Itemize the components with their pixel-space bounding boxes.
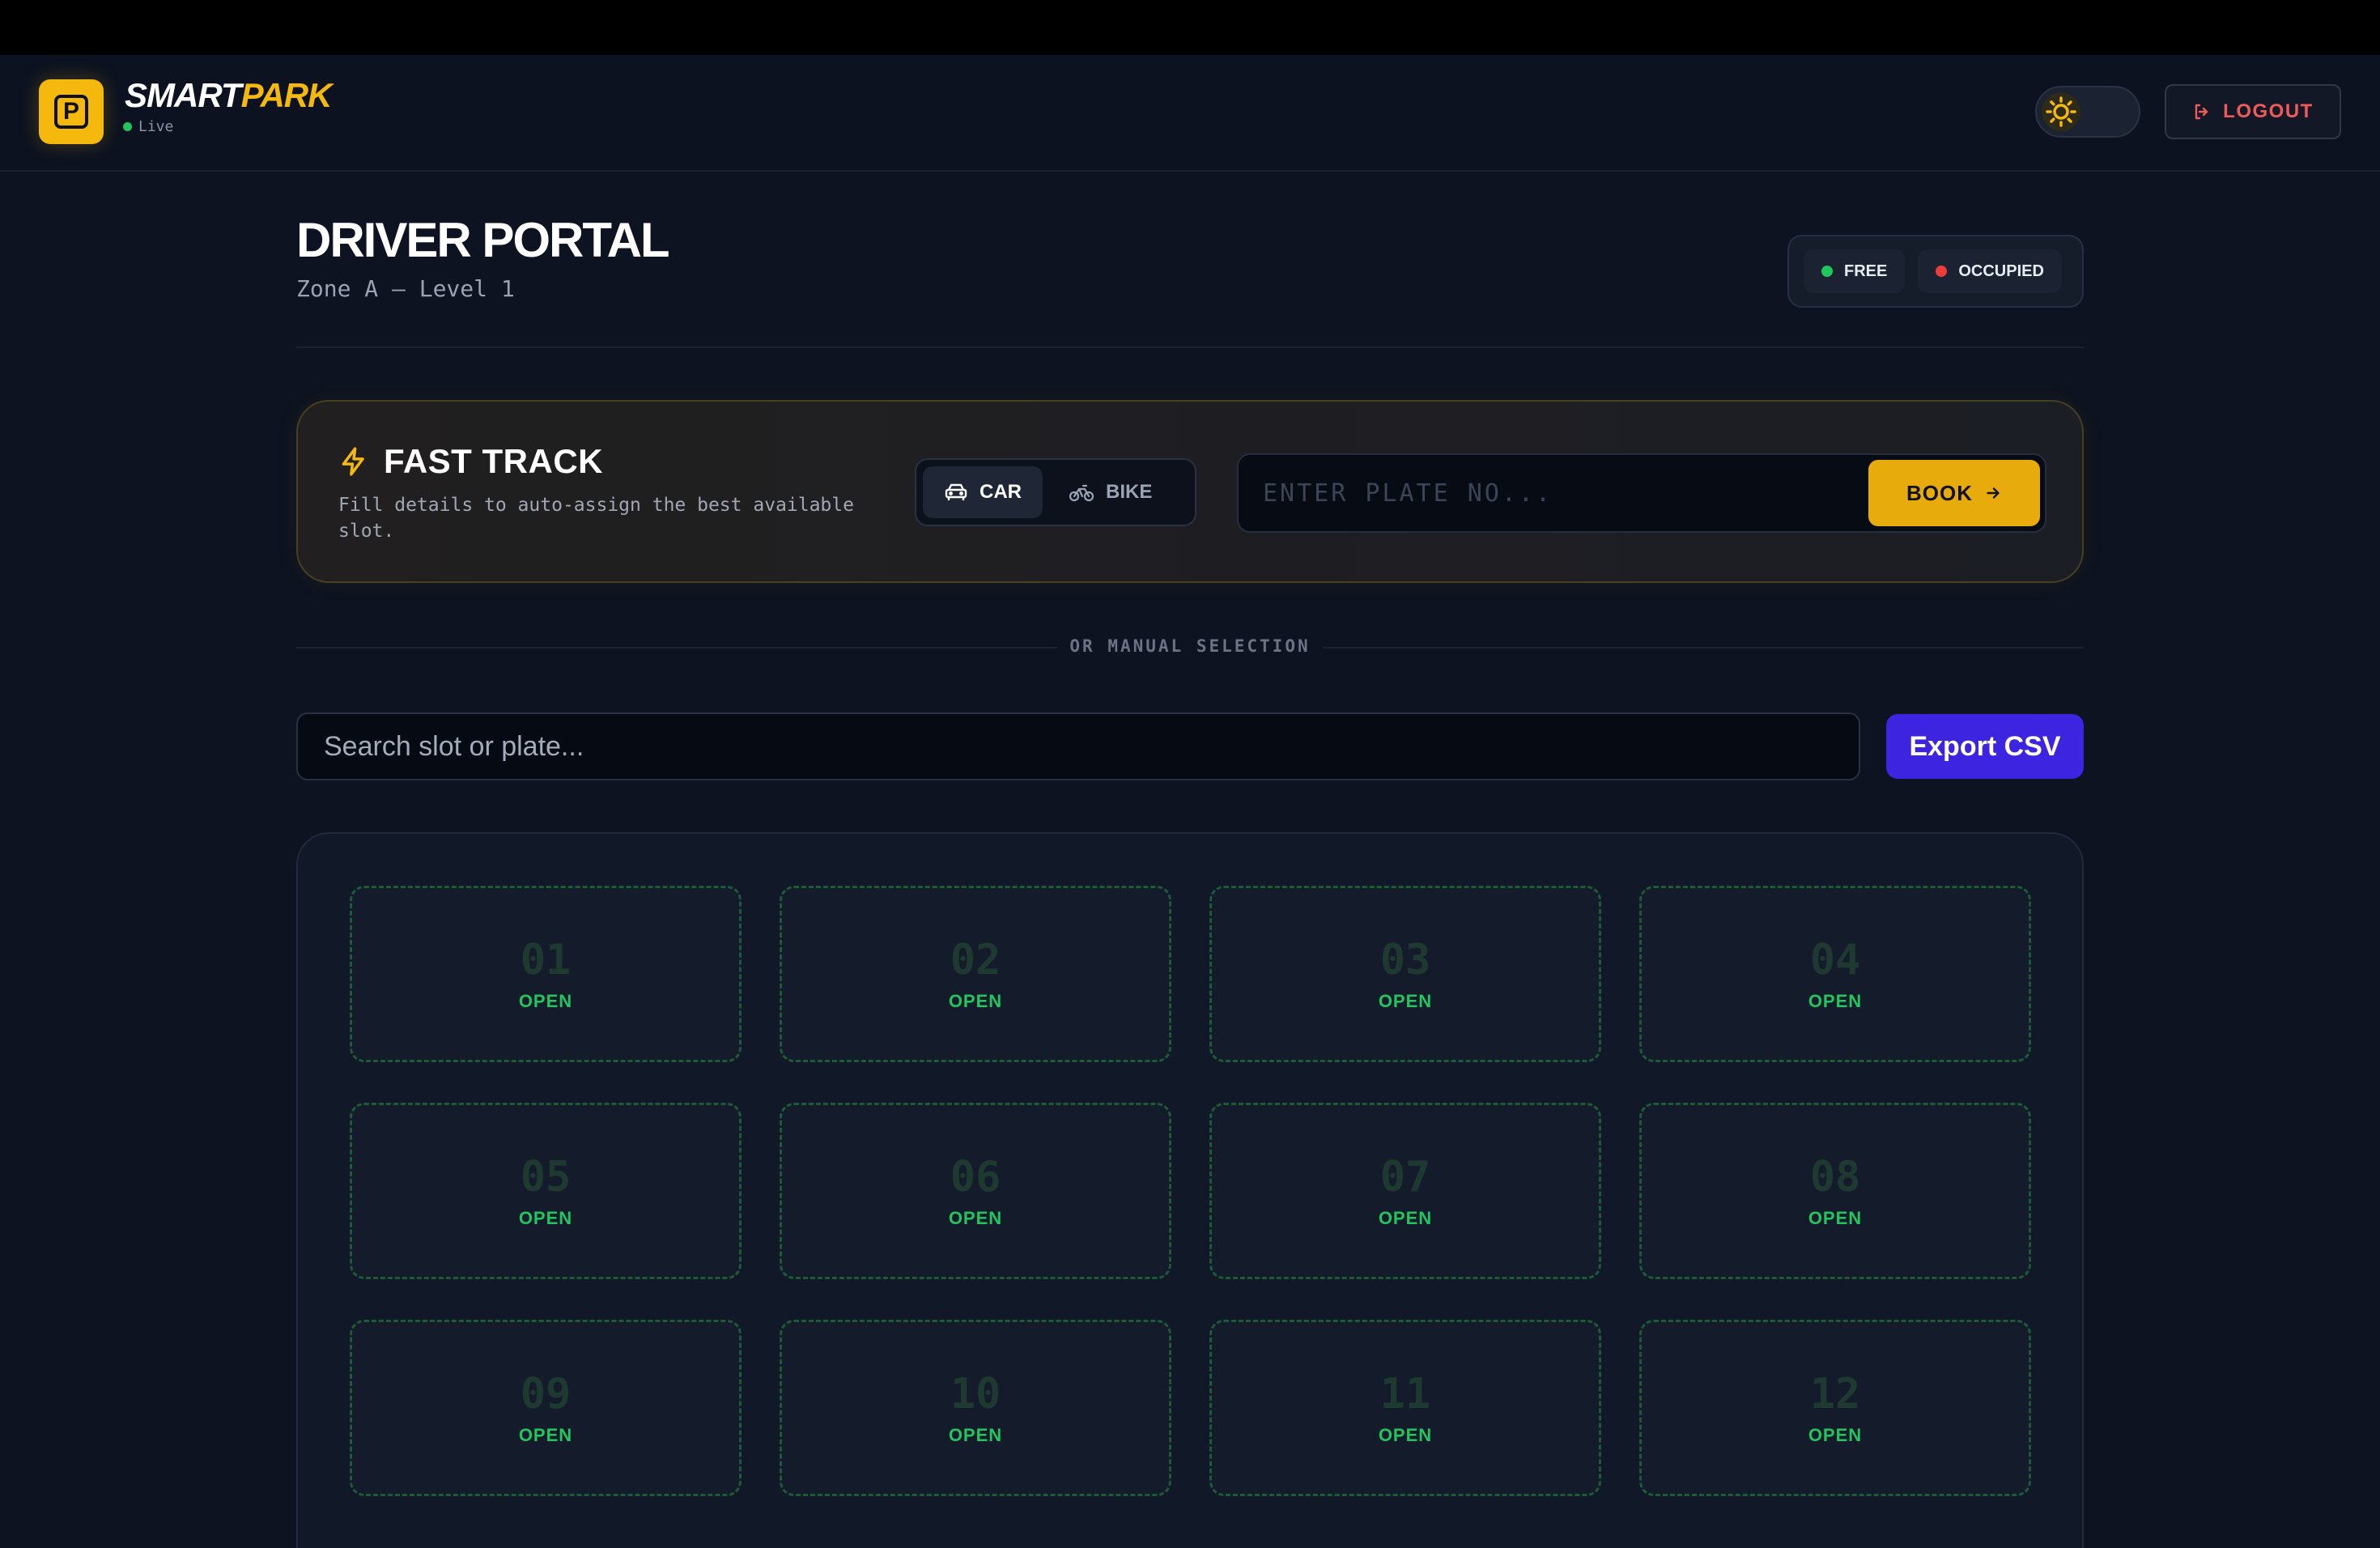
parking-slot[interactable]: 04 OPEN [1639, 886, 2031, 1062]
parking-slot[interactable]: 03 OPEN [1209, 886, 1601, 1062]
section-divider [296, 347, 2084, 348]
bike-icon [1069, 484, 1094, 502]
slot-number: 07 [1379, 1153, 1431, 1201]
car-icon [945, 483, 967, 500]
logout-button[interactable]: LOGOUT [2165, 84, 2341, 139]
book-label: BOOK [1906, 480, 1973, 505]
live-dot-icon [123, 122, 132, 131]
slot-number: 10 [950, 1370, 1001, 1418]
lightning-icon [342, 447, 364, 476]
parking-slot[interactable]: 08 OPEN [1639, 1103, 2031, 1279]
brand-name: SMARTPARK [125, 76, 333, 115]
divider-left [296, 647, 1057, 649]
free-dot-icon [1821, 266, 1833, 277]
brand-part-smart: SMART [125, 76, 242, 114]
slot-status: OPEN [1378, 1208, 1433, 1228]
slot-status: OPEN [1378, 1425, 1433, 1445]
parking-icon: P [54, 95, 88, 129]
vehicle-type-toggle: CAR BIKE [915, 458, 1196, 526]
plate-booking-form: BOOK [1237, 453, 2046, 533]
fast-track-panel: FAST TRACK Fill details to auto-assign t… [296, 400, 2084, 583]
slot-status: OPEN [948, 1425, 1003, 1445]
page-subtitle: Zone A — Level 1 [296, 275, 515, 302]
occupied-dot-icon [1936, 266, 1948, 277]
vehicle-bike-label: BIKE [1106, 481, 1153, 503]
legend-occupied: OCCUPIED [1918, 249, 2062, 293]
manual-selection-divider-label: OR MANUAL SELECTION [1069, 636, 1311, 656]
fast-track-title: FAST TRACK [384, 442, 603, 480]
parking-slot[interactable]: 05 OPEN [350, 1103, 742, 1279]
logout-label: LOGOUT [2223, 100, 2314, 122]
app-logo[interactable]: P [39, 79, 104, 144]
slot-number: 01 [520, 936, 572, 985]
vehicle-car-label: CAR [980, 481, 1022, 503]
parking-slot[interactable]: 09 OPEN [350, 1320, 742, 1496]
live-label: Live [138, 118, 174, 135]
arrow-right-icon [1987, 487, 2000, 499]
slot-status: OPEN [1808, 1425, 1863, 1445]
plate-number-input[interactable] [1239, 455, 1870, 531]
theme-toggle[interactable] [2035, 86, 2140, 138]
slot-number: 03 [1379, 936, 1431, 985]
book-button[interactable]: BOOK [1868, 460, 2040, 526]
fast-track-heading: FAST TRACK [338, 442, 603, 481]
fast-track-description: Fill details to auto-assign the best ava… [338, 495, 854, 542]
parking-slot-grid: 01 OPEN 02 OPEN 03 OPEN 04 OPEN 05 OPEN 06 OPE… [296, 832, 2084, 1548]
export-csv-button[interactable]: Export CSV [1886, 714, 2084, 779]
slot-status: OPEN [1808, 991, 1863, 1011]
slot-number: 11 [1379, 1370, 1431, 1418]
legend-free-label: FREE [1844, 262, 1888, 280]
slot-status: OPEN [518, 991, 573, 1011]
slot-list: 01 OPEN 02 OPEN 03 OPEN 04 OPEN 05 OPEN 06 OPE… [350, 886, 2031, 1496]
slot-status: OPEN [1378, 991, 1433, 1011]
slot-status: OPEN [948, 991, 1003, 1011]
search-input[interactable] [296, 712, 1860, 780]
slot-status: OPEN [518, 1208, 573, 1228]
slot-number: 12 [1809, 1370, 1861, 1418]
legend-occupied-label: OCCUPIED [1958, 262, 2044, 280]
brand-part-park: PARK [240, 76, 333, 114]
live-indicator: Live [123, 118, 173, 135]
slot-status: OPEN [948, 1208, 1003, 1228]
slot-number: 04 [1809, 936, 1861, 985]
divider-right [1323, 647, 2084, 649]
parking-slot[interactable]: 10 OPEN [780, 1320, 1171, 1496]
legend-free: FREE [1804, 249, 1906, 293]
slot-number: 02 [950, 936, 1001, 985]
slot-status: OPEN [518, 1425, 573, 1445]
parking-slot[interactable]: 12 OPEN [1639, 1320, 2031, 1496]
page-title: DRIVER PORTAL [296, 213, 670, 267]
sun-icon [2042, 92, 2080, 131]
slot-number: 09 [520, 1370, 572, 1418]
slot-status: OPEN [1808, 1208, 1863, 1228]
slot-number: 06 [950, 1153, 1001, 1201]
logout-icon [2195, 104, 2208, 120]
parking-slot[interactable]: 02 OPEN [780, 886, 1171, 1062]
app-header: P SMARTPARK Live LOGOUT [0, 55, 2380, 172]
vehicle-option-car[interactable]: CAR [923, 466, 1043, 518]
slot-number: 05 [520, 1153, 572, 1201]
parking-slot[interactable]: 01 OPEN [350, 886, 742, 1062]
parking-slot[interactable]: 06 OPEN [780, 1103, 1171, 1279]
slot-number: 08 [1809, 1153, 1861, 1201]
vehicle-option-bike[interactable]: BIKE [1048, 466, 1173, 518]
status-legend: FREE OCCUPIED [1787, 235, 2084, 308]
parking-slot[interactable]: 07 OPEN [1209, 1103, 1601, 1279]
system-top-bar [0, 0, 2380, 55]
parking-slot[interactable]: 11 OPEN [1209, 1320, 1601, 1496]
